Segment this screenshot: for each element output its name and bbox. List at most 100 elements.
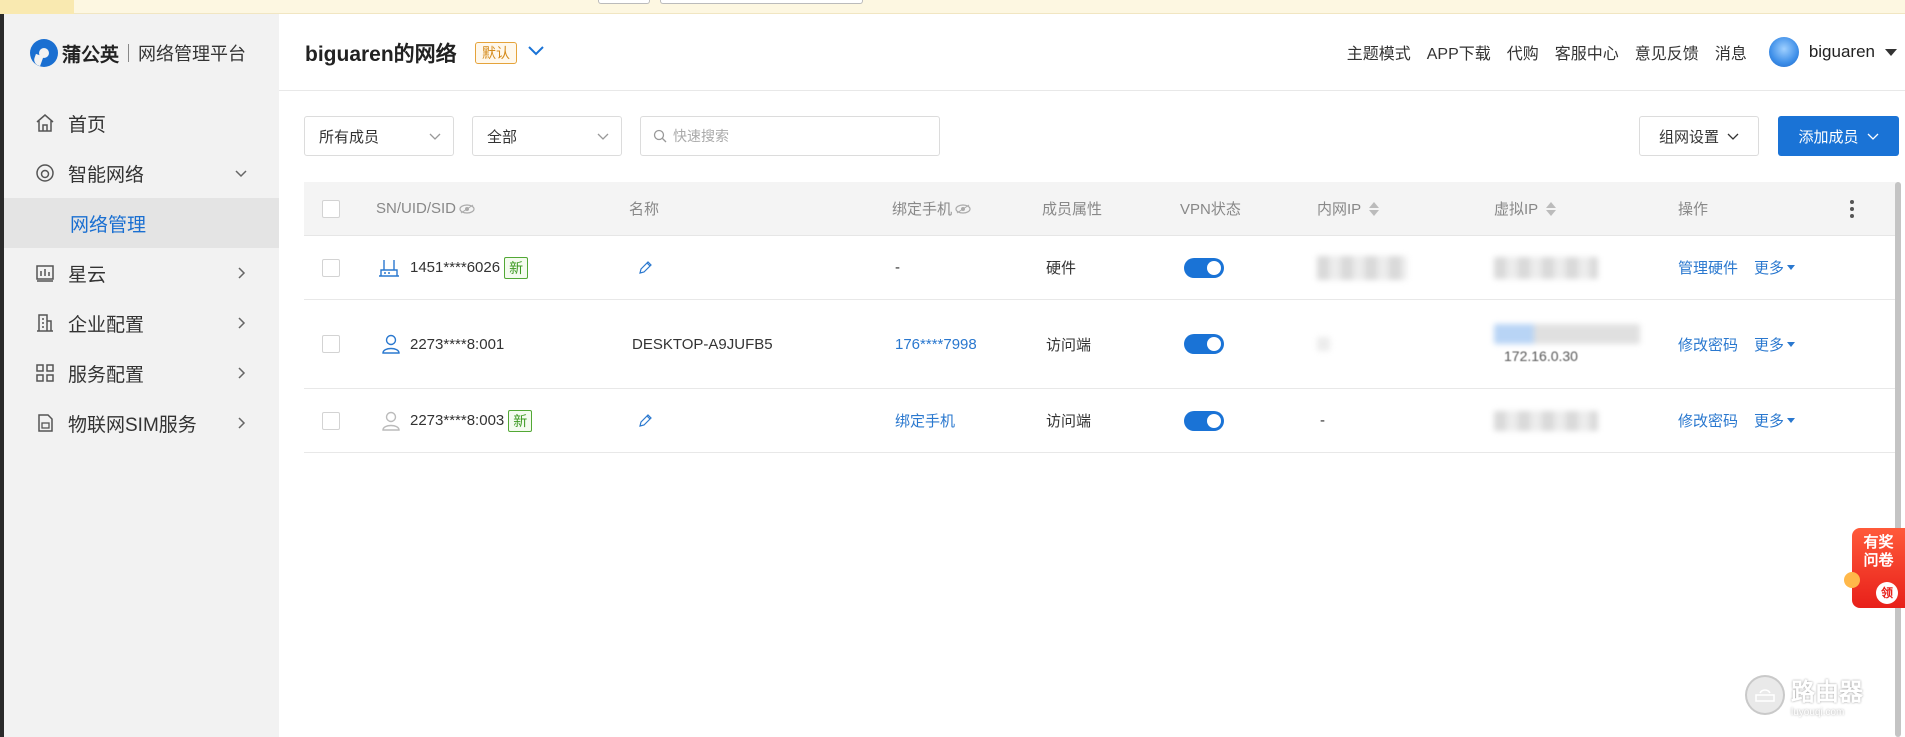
table-scrollbar[interactable]	[1895, 182, 1901, 737]
eye-icon[interactable]	[459, 203, 475, 214]
lan-ip: -	[1320, 412, 1325, 429]
member-attribute: 硬件	[1046, 260, 1077, 277]
row-checkbox[interactable]	[322, 335, 340, 353]
select-all-checkbox[interactable]	[322, 199, 340, 218]
edit-pencil-icon[interactable]	[638, 260, 652, 275]
gift-ball-icon	[1844, 572, 1860, 588]
more-actions-dropdown[interactable]: 更多	[1754, 334, 1796, 355]
sidebar-item-label: 首页	[68, 114, 107, 136]
vpn-toggle[interactable]	[1184, 257, 1224, 278]
table-header: SN/UID/SID 名称 绑定手机 成员属性 VPN状态 内网IP 虚拟IP …	[304, 182, 1896, 236]
sidebar-item-network-management[interactable]: 网络管理	[4, 198, 279, 248]
username[interactable]: biguaren	[1809, 42, 1875, 62]
sort-icon[interactable]	[1369, 201, 1380, 216]
smart-network-icon	[34, 162, 56, 184]
virtual-ip-cell	[1494, 236, 1598, 299]
name-cell	[638, 236, 652, 299]
more-actions-dropdown[interactable]: 更多	[1754, 410, 1796, 431]
row-checkbox[interactable]	[322, 411, 340, 430]
member-filter-select[interactable]: 所有成员	[304, 116, 454, 156]
lan-ip-cell	[1317, 300, 1331, 388]
vpn-cell	[1184, 236, 1224, 299]
scrollbar-thumb[interactable]	[1895, 182, 1901, 737]
nav-purchase[interactable]: 代购	[1507, 40, 1539, 64]
row-select-cell	[322, 236, 340, 299]
network-name[interactable]: biguaren的网络	[305, 38, 457, 68]
network-switch-chevron-icon[interactable]	[527, 44, 545, 58]
lan-ip-cell: -	[1320, 389, 1325, 452]
vpn-toggle[interactable]	[1184, 334, 1224, 354]
sidebar-item-label: 物联网SIM服务	[68, 414, 197, 436]
more-actions-dropdown[interactable]: 更多	[1754, 257, 1796, 278]
table-row[interactable]: 2273****8:001 DESKTOP-A9JUFB5 176****799…	[304, 300, 1896, 389]
change-password-link[interactable]: 修改密码	[1678, 334, 1738, 355]
member-attribute: 访问端	[1046, 413, 1092, 430]
sidebar-item-home[interactable]: 首页	[4, 98, 279, 148]
strip-button[interactable]	[598, 0, 650, 4]
bound-phone[interactable]: 176****7998	[895, 336, 977, 353]
sidebar-item-enterprise-config[interactable]: 企业配置	[4, 298, 279, 348]
bind-phone-link[interactable]: 绑定手机	[895, 410, 955, 431]
caret-down-icon	[1787, 418, 1796, 423]
column-header: 虚拟IP	[1494, 201, 1539, 218]
nav-messages[interactable]: 消息	[1715, 40, 1747, 64]
vpn-toggle[interactable]	[1184, 410, 1224, 431]
new-tag: 新	[504, 256, 529, 279]
logo[interactable]: 蒲公英 网络管理平台	[30, 38, 246, 68]
sidebar-item-service-config[interactable]: 服务配置	[4, 348, 279, 398]
nav-customer-service[interactable]: 客服中心	[1555, 40, 1619, 64]
bound-phone: -	[895, 259, 900, 276]
top-nav: 主题模式 APP下载 代购 客服中心 意见反馈 消息 biguaren	[1347, 36, 1905, 68]
watermark: 路由器 luyouqi.com	[1745, 672, 1863, 718]
lan-ip-cell	[1317, 236, 1407, 299]
column-settings-button[interactable]	[1850, 182, 1854, 235]
sort-icon[interactable]	[1546, 201, 1557, 216]
search-box[interactable]	[640, 116, 940, 156]
network-settings-button[interactable]: 组网设置	[1639, 116, 1759, 156]
select-all-cell	[322, 182, 340, 235]
edit-pencil-icon[interactable]	[638, 413, 652, 428]
search-input[interactable]	[673, 128, 923, 144]
user-menu-caret-icon[interactable]	[1885, 48, 1897, 56]
chevron-down-icon	[429, 133, 441, 140]
col-name: 名称	[629, 182, 659, 235]
member-filter-value: 所有成员	[319, 128, 380, 146]
sidebar-item-nebula[interactable]: 星云	[4, 248, 279, 298]
row-checkbox[interactable]	[322, 258, 340, 277]
strip-button-wide[interactable]	[660, 0, 863, 4]
chevron-right-icon	[238, 267, 246, 279]
survey-line1: 有奖	[1863, 534, 1894, 551]
type-filter-select[interactable]: 全部	[472, 116, 622, 156]
member-id: 1451****6026	[410, 259, 501, 276]
table-row[interactable]: 2273****8:003 新 绑定手机 访问端 - 修改密码 更多	[304, 389, 1896, 453]
phone-cell: 绑定手机	[895, 389, 955, 452]
caret-down-icon	[1787, 265, 1796, 270]
user-offline-icon	[382, 411, 400, 431]
logo-divider	[128, 44, 130, 62]
more-label: 更多	[1754, 336, 1785, 354]
avatar[interactable]	[1768, 37, 1799, 67]
add-member-button[interactable]: 添加成员	[1778, 116, 1899, 156]
nav-app-download[interactable]: APP下载	[1427, 40, 1491, 64]
top-header: biguaren的网络 默认 主题模式 APP下载 代购 客服中心 意见反馈 消…	[279, 14, 1905, 91]
attr-cell: 访问端	[1046, 389, 1091, 452]
table-row[interactable]: 1451****6026 新 - 硬件 管理硬件 更多	[304, 236, 1896, 300]
actions-cell: 管理硬件 更多	[1678, 236, 1796, 299]
nav-feedback[interactable]: 意见反馈	[1635, 40, 1699, 64]
nav-theme-mode[interactable]: 主题模式	[1347, 40, 1411, 64]
notification-strip	[0, 0, 1905, 14]
manage-hardware-link[interactable]: 管理硬件	[1678, 257, 1738, 278]
survey-line2: 问卷	[1863, 552, 1894, 569]
col-virtual-ip[interactable]: 虚拟IP	[1494, 182, 1557, 235]
more-label: 更多	[1754, 260, 1785, 277]
col-lan-ip[interactable]: 内网IP	[1317, 182, 1380, 235]
change-password-link[interactable]: 修改密码	[1678, 410, 1738, 431]
sidebar-item-iot-sim[interactable]: 物联网SIM服务	[4, 398, 279, 448]
search-icon	[653, 129, 667, 143]
filter-bar: 所有成员 全部	[304, 116, 940, 156]
more-label: 更多	[1754, 413, 1785, 430]
sidebar-item-smart-network[interactable]: 智能网络	[4, 148, 279, 198]
eye-icon[interactable]	[955, 203, 971, 214]
survey-float-button[interactable]: 有奖 问卷 领	[1844, 528, 1905, 608]
phone-cell: 176****7998	[895, 300, 977, 388]
